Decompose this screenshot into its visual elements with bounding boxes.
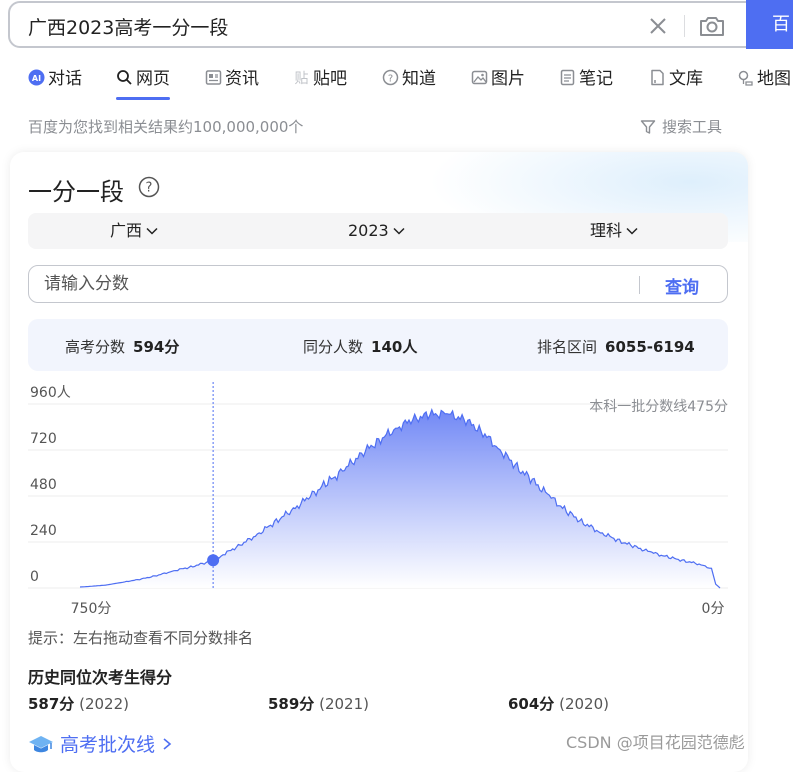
history-item: 604分 (2020) — [508, 693, 609, 714]
history-year: (2020) — [559, 695, 609, 713]
tab-label: 知道 — [402, 69, 436, 89]
history-score: 587分 — [28, 695, 75, 713]
divider — [684, 15, 685, 37]
news-icon — [205, 70, 222, 85]
x-start-label: 750分 — [71, 601, 112, 617]
tab-news[interactable]: 资讯 — [205, 64, 259, 104]
search-icon — [117, 70, 132, 85]
search-box[interactable] — [8, 1, 768, 48]
svg-text:贴: 贴 — [295, 71, 309, 86]
chevron-right-icon — [163, 737, 172, 750]
close-icon[interactable] — [648, 16, 668, 36]
ai-icon: AI — [28, 69, 45, 86]
tab-notes[interactable]: 笔记 — [559, 64, 613, 104]
query-button[interactable]: 查询 — [665, 273, 699, 298]
stat-score-label: 高考分数 — [65, 338, 126, 356]
doc-icon — [651, 69, 664, 86]
tab-label: 对话 — [48, 69, 82, 89]
score-rank-card: 一分一段 ? 广西 2023 理科 查询 高考分数 594分 同分人数 140人 排… — [10, 152, 748, 772]
svg-text:?: ? — [146, 181, 153, 196]
y-tick-label: 480 — [30, 477, 57, 493]
tab-wenku[interactable]: 文库 — [649, 64, 703, 104]
tab-label: 文库 — [669, 69, 703, 89]
stat-score: 高考分数 594分 — [65, 336, 179, 357]
score-distribution-chart[interactable]: 960人 720 480 240 0 本科一批分数线475分 750分 0分 — [10, 382, 748, 622]
stat-rank-label: 排名区间 — [537, 338, 598, 356]
history-year: (2021) — [319, 695, 369, 713]
province-select[interactable]: 广西 — [110, 213, 158, 249]
divider — [639, 276, 640, 294]
map-icon — [738, 70, 753, 86]
card-title: 一分一段 — [28, 178, 124, 206]
history-score: 604分 — [508, 695, 555, 713]
tab-images[interactable]: 图片 — [471, 64, 525, 104]
y-tick-label: 720 — [30, 431, 57, 447]
x-end-label: 0分 — [702, 601, 725, 617]
tab-ai-chat[interactable]: AI 对话 — [28, 64, 82, 104]
note-icon — [560, 69, 575, 86]
history-item: 587分 (2022) — [28, 693, 129, 714]
drag-hint: 提示：左右拖动查看不同分数排名 — [28, 629, 254, 647]
distribution-area — [80, 409, 720, 588]
batch-line-link[interactable]: 高考批次线 — [28, 730, 173, 757]
score-input-box: 查询 — [28, 265, 728, 303]
tab-label: 笔记 — [579, 69, 613, 89]
graduation-cap-icon — [29, 735, 53, 752]
tab-label: 地图 — [757, 69, 791, 89]
tab-label: 贴吧 — [313, 69, 347, 89]
score-input[interactable] — [44, 272, 624, 296]
batch-link-label: 高考批次线 — [60, 734, 156, 756]
tab-zhidao[interactable]: ? 知道 — [382, 64, 436, 104]
history-item: 589分 (2021) — [268, 693, 369, 714]
stat-same-value: 140人 — [371, 338, 418, 356]
y-axis-ticks: 960人 720 480 240 0 — [30, 385, 71, 585]
year-value: 2023 — [348, 221, 389, 240]
selected-score-marker[interactable] — [207, 554, 220, 567]
stat-rank-value: 6055-6194 — [605, 338, 695, 356]
svg-text:AI: AI — [32, 74, 41, 83]
tab-label: 图片 — [491, 69, 525, 89]
tieba-icon: 贴 — [295, 71, 309, 86]
history-score: 589分 — [268, 695, 315, 713]
stat-same-label: 同分人数 — [303, 338, 364, 356]
y-tick-label: 0 — [30, 569, 39, 585]
filter-bar: 广西 2023 理科 — [28, 213, 728, 249]
result-count: 百度为您找到相关结果约100,000,000个 — [28, 118, 304, 136]
subject-select[interactable]: 理科 — [590, 213, 638, 249]
tab-label: 网页 — [136, 69, 170, 89]
search-input[interactable] — [28, 11, 608, 41]
year-select[interactable]: 2023 — [348, 213, 405, 249]
search-tools-label: 搜索工具 — [662, 118, 723, 136]
province-value: 广西 — [110, 221, 143, 240]
subject-value: 理科 — [590, 221, 623, 240]
image-icon — [471, 70, 488, 85]
score-stats: 高考分数 594分 同分人数 140人 排名区间 6055-6194 — [28, 319, 728, 371]
chart-annotation: 本科一批分数线475分 — [589, 399, 728, 415]
tab-map[interactable]: 地图 — [737, 64, 791, 104]
search-tabs: AI 对话 网页 资讯 贴 贴吧 ? 知道 图片 笔记 文库 地图 — [28, 64, 793, 104]
stat-rank-range: 排名区间 6055-6194 — [537, 336, 695, 357]
search-button[interactable]: 百 — [746, 0, 793, 49]
active-tab-indicator — [116, 97, 170, 100]
filter-icon — [640, 119, 656, 134]
watermark: CSDN @项目花园范德彪 — [566, 733, 745, 752]
tab-label: 资讯 — [225, 69, 259, 89]
history-year: (2022) — [79, 695, 129, 713]
search-tools-button[interactable]: 搜索工具 — [640, 116, 722, 137]
tab-web[interactable]: 网页 — [116, 64, 170, 104]
y-tick-label: 240 — [30, 523, 57, 539]
question-icon: ? — [382, 69, 399, 86]
help-icon[interactable]: ? — [138, 176, 160, 198]
chevron-down-icon — [146, 227, 158, 235]
stat-same-count: 同分人数 140人 — [303, 336, 417, 357]
stat-score-value: 594分 — [133, 338, 180, 356]
camera-icon[interactable] — [698, 13, 726, 39]
chevron-down-icon — [393, 227, 405, 235]
chevron-down-icon — [626, 227, 638, 235]
tab-tieba[interactable]: 贴 贴吧 — [293, 64, 348, 104]
svg-text:?: ? — [388, 74, 393, 85]
y-tick-label: 960人 — [30, 385, 71, 401]
history-title: 历史同位次考生得分 — [28, 668, 173, 687]
